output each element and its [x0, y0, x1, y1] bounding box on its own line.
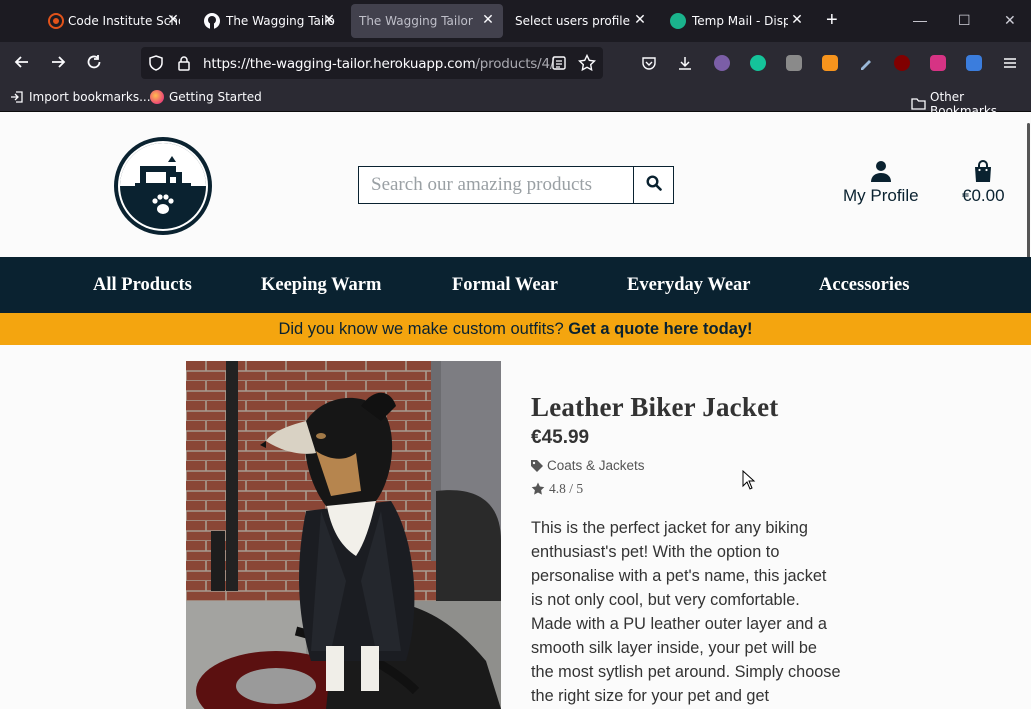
extension-gray-icon[interactable] — [786, 55, 802, 71]
tab-title: Select users profile to — [515, 14, 633, 28]
url-path: /products/4/ — [475, 56, 555, 72]
tag-icon — [531, 459, 543, 472]
reader-view-icon[interactable] — [551, 55, 567, 76]
banner-text: Did you know we make custom outfits? — [278, 320, 564, 338]
nav-keeping-warm[interactable]: Keeping Warm — [261, 275, 381, 296]
star-icon — [531, 482, 545, 496]
promo-banner: Did you know we make custom outfits? Get… — [0, 313, 1031, 345]
pocket-icon[interactable] — [641, 55, 657, 76]
forward-arrow-icon[interactable] — [48, 53, 68, 76]
new-tab-plus-icon[interactable]: + — [826, 10, 838, 30]
extension-avatar-icon[interactable] — [714, 55, 730, 71]
url-text[interactable]: https://the-wagging-tailor.herokuapp.com… — [203, 56, 554, 72]
tab-title: Code Institute Scho — [68, 14, 180, 28]
mouse-cursor-icon — [742, 469, 756, 495]
close-icon[interactable]: ✕ — [166, 13, 180, 27]
code-institute-favicon-icon — [50, 15, 62, 27]
github-icon — [204, 13, 220, 29]
search-input[interactable] — [359, 167, 633, 203]
product-rating: 4.8 / 5 — [531, 481, 583, 497]
ublock-icon[interactable] — [894, 55, 910, 71]
product-search-form — [358, 166, 674, 204]
tab-select-users-profile[interactable]: Select users profile to ✕ — [507, 4, 651, 38]
menu-hamburger-icon[interactable] — [1002, 55, 1018, 76]
shopping-bag-icon — [962, 160, 1005, 184]
reload-icon[interactable] — [84, 53, 104, 76]
folder-icon — [911, 97, 926, 111]
back-arrow-icon[interactable] — [12, 53, 32, 76]
getting-started-link[interactable]: Getting Started — [150, 90, 262, 104]
extension-orange-icon[interactable] — [822, 55, 838, 71]
user-icon — [843, 160, 919, 184]
my-profile-label: My Profile — [843, 186, 919, 205]
product-image[interactable] — [186, 361, 501, 709]
import-icon — [10, 90, 24, 104]
url-host: https://the-wagging-tailor.herokuapp.com — [203, 56, 476, 72]
bag-total: €0.00 — [962, 186, 1005, 205]
shopping-bag-link[interactable]: €0.00 — [962, 160, 1005, 206]
temp-mail-favicon-icon — [670, 13, 686, 29]
product-description: This is the perfect jacket for any bikin… — [531, 519, 841, 705]
nav-everyday-wear[interactable]: Everyday Wear — [627, 275, 751, 296]
maximize-icon[interactable]: ☐ — [958, 12, 971, 28]
tab-title: Temp Mail - Dispo — [692, 14, 788, 28]
shield-icon[interactable] — [148, 55, 164, 76]
nav-accessories[interactable]: Accessories — [819, 275, 909, 296]
rating-value: 4.8 / 5 — [549, 481, 584, 496]
window-close-icon[interactable]: ✕ — [1004, 12, 1016, 28]
nav-formal-wear[interactable]: Formal Wear — [452, 275, 558, 296]
product-category-link[interactable]: Coats & Jackets — [531, 458, 645, 473]
tab-title: The Wagging Tailor - L — [359, 14, 477, 28]
tab-code-institute[interactable]: Code Institute Scho ✕ — [44, 4, 184, 38]
close-icon[interactable]: ✕ — [322, 13, 336, 27]
bookmark-label: Getting Started — [169, 90, 262, 104]
close-icon[interactable]: ✕ — [633, 13, 647, 27]
search-icon — [645, 174, 662, 196]
tab-bar: Code Institute Scho ✕ The Wagging Tailo … — [0, 0, 1031, 42]
get-quote-link[interactable]: Get a quote here today! — [568, 320, 752, 338]
grammarly-icon[interactable] — [750, 55, 766, 71]
firefox-icon — [150, 90, 164, 104]
extension-pink-icon[interactable] — [930, 55, 946, 71]
main-navigation: All Products Keeping Warm Formal Wear Ev… — [0, 257, 1031, 313]
category-label: Coats & Jackets — [547, 458, 645, 473]
import-bookmarks-link[interactable]: Import bookmarks... — [10, 90, 151, 104]
minimize-icon[interactable]: — — [913, 12, 927, 28]
search-button[interactable] — [633, 167, 673, 203]
my-profile-link[interactable]: My Profile — [843, 160, 919, 206]
product-title: Leather Biker Jacket — [531, 392, 779, 422]
bookmark-label: Import bookmarks... — [29, 90, 151, 104]
nav-all-products[interactable]: All Products — [93, 275, 192, 296]
tab-wagging-tailor-github[interactable]: The Wagging Tailo ✕ — [200, 4, 340, 38]
translate-icon[interactable] — [966, 55, 982, 71]
close-icon[interactable]: ✕ — [790, 13, 804, 27]
site-logo[interactable] — [113, 136, 213, 236]
tab-temp-mail[interactable]: Temp Mail - Dispo ✕ — [666, 4, 808, 38]
lock-icon[interactable] — [177, 55, 191, 76]
close-icon[interactable]: ✕ — [481, 13, 495, 27]
download-icon[interactable] — [677, 55, 693, 76]
color-picker-icon[interactable] — [858, 55, 874, 71]
tab-wagging-tailor-active[interactable]: The Wagging Tailor - L ✕ — [351, 4, 503, 38]
product-price: €45.99 — [531, 427, 590, 448]
bookmark-star-icon[interactable] — [577, 53, 597, 77]
